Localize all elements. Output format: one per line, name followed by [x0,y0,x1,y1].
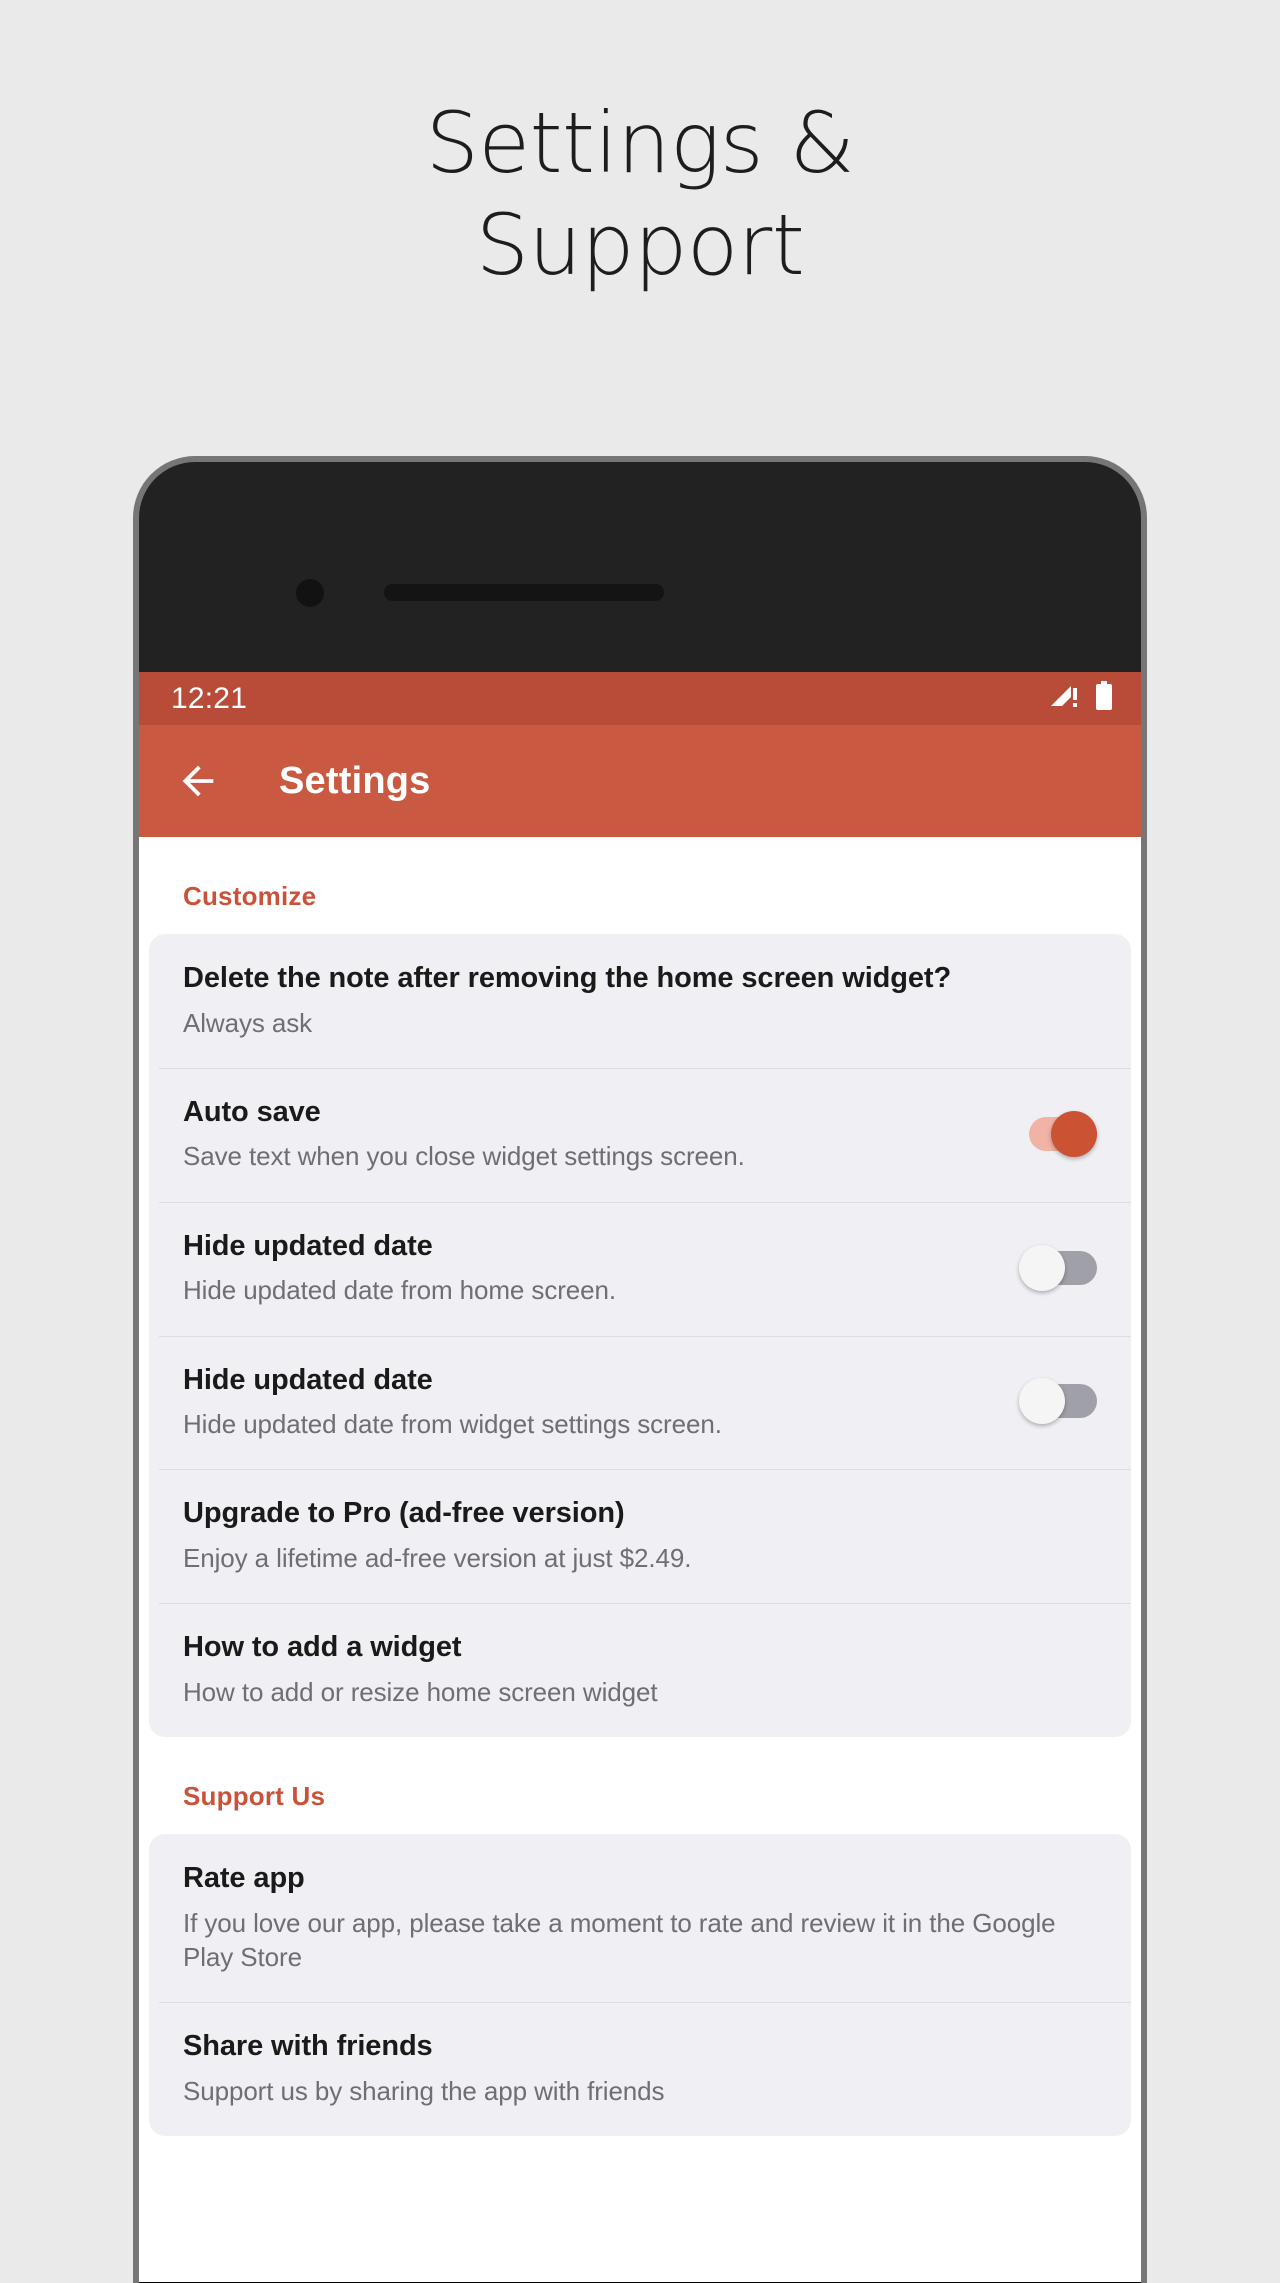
list-item-title: Hide updated date [183,1229,433,1262]
row-texts: Delete the note after removing the home … [183,960,1097,1040]
app-bar: Settings [139,725,1141,837]
page-root: Settings & Support 12:21 Settings Custom… [0,0,1280,2283]
settings-card-customize: Delete the note after removing the home … [149,934,1131,1738]
list-item-share-with-friends[interactable]: Share with friends Support us by sharing… [149,2002,1131,2136]
settings-card-support-us: Rate app If you love our app, please tak… [149,1834,1131,2137]
list-item-delete-note[interactable]: Delete the note after removing the home … [149,934,1131,1068]
list-item-subtitle: Support us by sharing the app with frien… [183,2075,665,2106]
row-texts: Hide updated date Hide updated date from… [183,1362,999,1442]
app-bar-title: Settings [279,759,431,802]
toggle-thumb [1019,1244,1065,1291]
status-bar: 12:21 [139,672,1141,725]
battery-full-icon [1095,681,1113,716]
device-screen: 12:21 Settings Customize Delete the note… [139,672,1141,2282]
signal-no-sim-icon [1049,682,1079,715]
front-camera-icon [296,579,324,607]
row-texts: Hide updated date Hide updated date from… [183,1228,999,1308]
toggle-hide-updated-date-home[interactable] [1019,1244,1097,1291]
earpiece-speaker [384,584,664,601]
list-item-subtitle: Always ask [183,1007,313,1038]
list-item-subtitle: Hide updated date from home screen. [183,1275,616,1306]
list-item-rate-app[interactable]: Rate app If you love our app, please tak… [149,1834,1131,2002]
list-item-subtitle: How to add or resize home screen widget [183,1676,658,1707]
list-item-title: Hide updated date [183,1363,433,1396]
list-item-auto-save[interactable]: Auto save Save text when you close widge… [149,1067,1131,1202]
phone-mockup: 12:21 Settings Customize Delete the note… [139,462,1141,2283]
list-item-subtitle: Enjoy a lifetime ad-free version at just… [183,1542,692,1573]
list-item-title: Delete the note after removing the home … [183,962,952,994]
status-icons [1049,681,1113,716]
row-texts: Upgrade to Pro (ad-free version) Enjoy a… [183,1495,1097,1575]
list-item-upgrade-to-pro[interactable]: Upgrade to Pro (ad-free version) Enjoy a… [149,1469,1131,1603]
list-item-subtitle: Save text when you close widget settings… [183,1141,745,1172]
toggle-thumb [1051,1110,1097,1157]
list-item-how-to-add-widget[interactable]: How to add a widget How to add or resize… [149,1603,1131,1737]
list-item-hide-updated-date-home[interactable]: Hide updated date Hide updated date from… [149,1201,1131,1336]
list-item-title: Upgrade to Pro (ad-free version) [183,1497,625,1530]
toggle-hide-updated-date-widget[interactable] [1019,1378,1097,1425]
settings-list: Customize Delete the note after removing… [139,837,1141,2137]
row-texts: Share with friends Support us by sharing… [183,2028,1097,2108]
section-header-customize: Customize [183,881,317,911]
row-texts: How to add a widget How to add or resize… [183,1629,1097,1709]
list-item-subtitle: If you love our app, please take a momen… [183,1907,1056,1972]
list-item-title: Rate app [183,1862,305,1895]
list-item-subtitle: Hide updated date from widget settings s… [183,1409,722,1440]
list-item-title: Auto save [183,1095,321,1128]
list-item-hide-updated-date-widget[interactable]: Hide updated date Hide updated date from… [149,1335,1131,1470]
row-texts: Auto save Save text when you close widge… [183,1094,999,1174]
toggle-auto-save[interactable] [1019,1110,1097,1157]
list-item-title: How to add a widget [183,1631,462,1664]
list-item-title: Share with friends [183,2030,433,2063]
arrow-back-icon[interactable] [172,755,224,807]
row-texts: Rate app If you love our app, please tak… [183,1860,1097,1974]
section-header-support-us: Support Us [183,1781,326,1812]
page-title: Settings & Support [425,94,855,295]
status-clock: 12:21 [171,681,248,715]
